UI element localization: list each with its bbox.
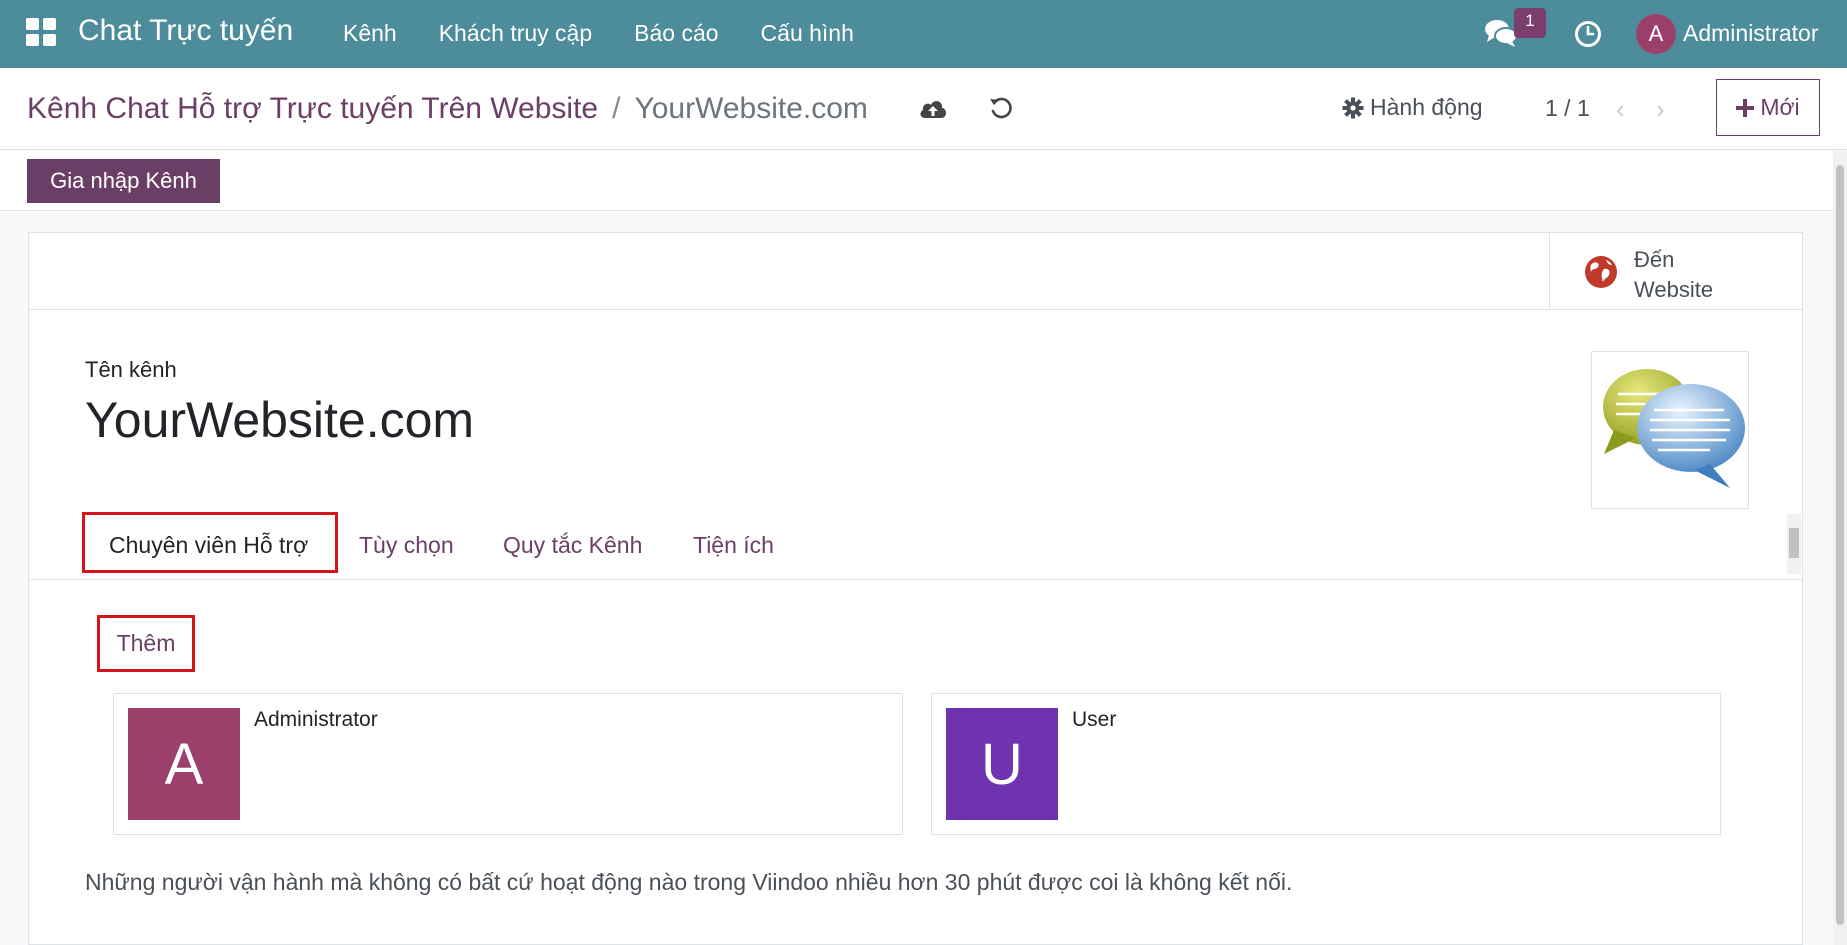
- chat-bubbles-icon: [1603, 369, 1745, 488]
- menu-item-configuration[interactable]: Cấu hình: [761, 20, 854, 47]
- operator-name: User: [1072, 708, 1117, 731]
- menu-item-reports[interactable]: Báo cáo: [634, 20, 718, 47]
- breadcrumb: Kênh Chat Hỗ trợ Trực tuyến Trên Website…: [27, 92, 868, 126]
- user-avatar[interactable]: A: [1636, 14, 1676, 54]
- save-cloud-icon[interactable]: [918, 96, 948, 122]
- menu-item-visitors[interactable]: Khách truy cập: [439, 20, 592, 47]
- smart-button-box: Đến Website: [29, 233, 1802, 310]
- operator-avatar: A: [128, 708, 240, 820]
- main-menu: Kênh Khách truy cập Báo cáo Cấu hình: [343, 20, 854, 47]
- operator-avatar: U: [946, 708, 1058, 820]
- website-button-line-1: Đến: [1634, 247, 1675, 272]
- activity-clock-icon[interactable]: [1574, 20, 1602, 48]
- menu-item-channels[interactable]: Kênh: [343, 20, 397, 47]
- user-menu-name[interactable]: Administrator: [1683, 20, 1818, 47]
- add-operator-button[interactable]: Thêm: [100, 618, 192, 669]
- channel-name-label: Tên kênh: [85, 357, 177, 382]
- discard-undo-icon[interactable]: [988, 95, 1014, 121]
- channel-name-field[interactable]: YourWebsite.com: [85, 391, 474, 449]
- new-record-button[interactable]: Mới: [1716, 79, 1820, 136]
- add-button-highlight: Thêm: [97, 615, 195, 672]
- operator-card[interactable]: A Administrator: [113, 693, 903, 835]
- tabs-scrollbar[interactable]: [1787, 514, 1801, 574]
- control-panel: Kênh Chat Hỗ trợ Trực tuyến Trên Website…: [0, 68, 1847, 150]
- app-brand[interactable]: Chat Trực tuyến: [78, 14, 293, 48]
- tab-widget[interactable]: Tiện ích: [693, 532, 774, 559]
- globe-icon: [1585, 256, 1617, 288]
- plus-icon: [1736, 98, 1755, 117]
- action-menu-button[interactable]: Hành động: [1342, 94, 1483, 121]
- tab-channel-rules[interactable]: Quy tắc Kênh: [503, 532, 642, 559]
- website-button-line-2: Website: [1634, 277, 1714, 302]
- pager-value[interactable]: 1 / 1: [1545, 95, 1590, 122]
- tab-operators[interactable]: Chuyên viên Hỗ trợ: [109, 532, 308, 559]
- go-to-website-button[interactable]: Đến Website: [1549, 233, 1802, 310]
- operator-card[interactable]: U User: [931, 693, 1721, 835]
- chevron-right-icon[interactable]: ›: [1656, 94, 1665, 125]
- join-channel-button[interactable]: Gia nhập Kênh: [27, 159, 220, 203]
- action-label: Hành động: [1370, 94, 1483, 120]
- offline-note: Những người vận hành mà không có bất cứ …: [85, 869, 1293, 895]
- apps-menu-icon[interactable]: [26, 18, 58, 46]
- notebook-tabs: Chuyên viên Hỗ trợ Tùy chọn Quy tắc Kênh…: [29, 512, 1802, 580]
- website-button-text: Đến Website: [1634, 245, 1713, 305]
- new-label: Mới: [1760, 94, 1800, 120]
- channel-image[interactable]: [1591, 351, 1749, 509]
- breadcrumb-current: YourWebsite.com: [634, 92, 868, 125]
- message-count-badge: 1: [1514, 8, 1546, 38]
- messages-icon[interactable]: [1484, 18, 1518, 48]
- chevron-left-icon[interactable]: ‹: [1616, 94, 1625, 125]
- page-scrollbar[interactable]: [1833, 151, 1847, 945]
- gear-icon: [1342, 97, 1364, 118]
- top-navbar: Chat Trực tuyến Kênh Khách truy cập Báo …: [0, 0, 1847, 68]
- breadcrumb-parent[interactable]: Kênh Chat Hỗ trợ Trực tuyến Trên Website: [27, 92, 598, 126]
- tab-options[interactable]: Tùy chọn: [359, 532, 454, 559]
- status-bar: Gia nhập Kênh: [0, 151, 1833, 211]
- form-sheet: Đến Website Tên kênh YourWebsite.com Chu…: [28, 232, 1803, 945]
- operator-name: Administrator: [254, 708, 378, 731]
- breadcrumb-separator: /: [612, 92, 621, 125]
